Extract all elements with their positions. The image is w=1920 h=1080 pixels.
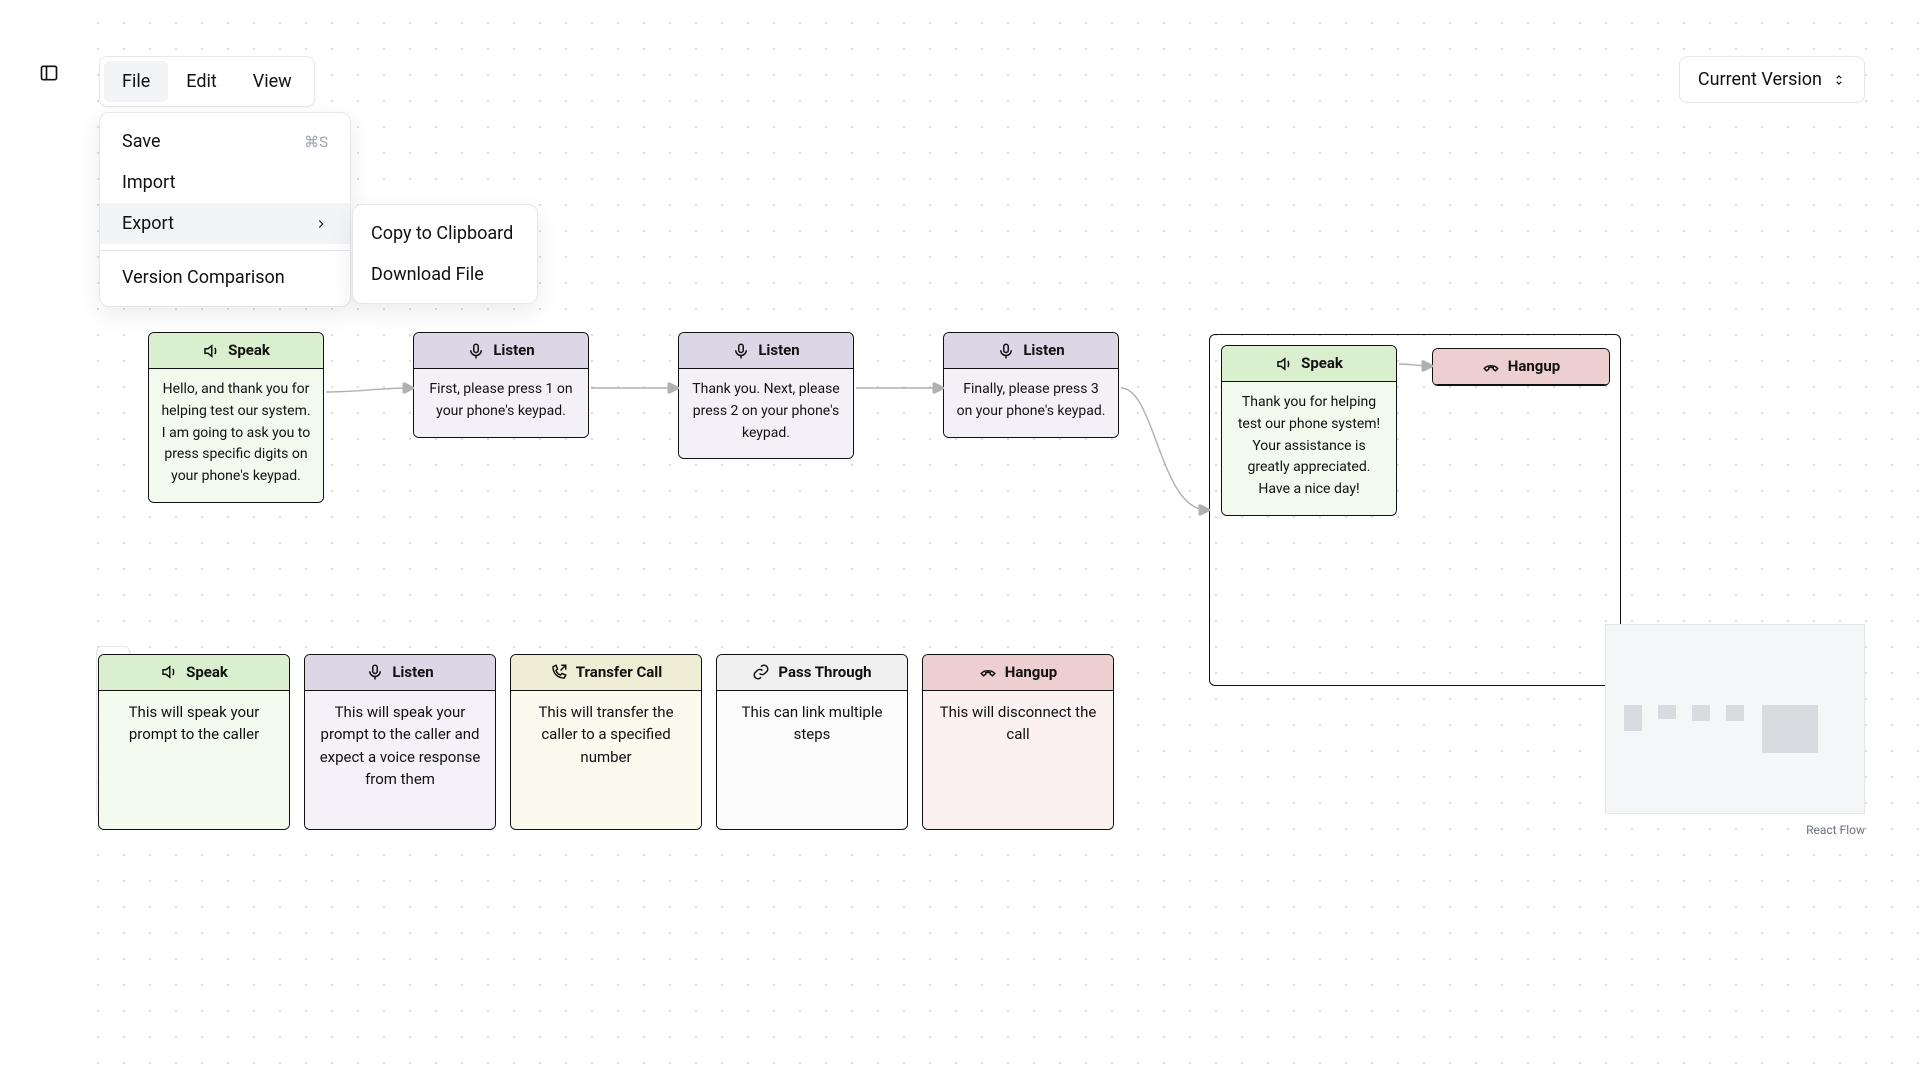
node-listen-2[interactable]: Listen Thank you. Next, please press 2 o… <box>678 332 854 459</box>
file-menu-save-label: Save <box>122 131 161 152</box>
palette-desc: This will speak your prompt to the calle… <box>305 691 495 830</box>
mic-icon <box>997 342 1015 360</box>
palette-title: Speak <box>186 661 228 684</box>
node-listen-1[interactable]: Listen First, please press 1 on your pho… <box>413 332 589 438</box>
node-title: Speak <box>1301 352 1343 375</box>
palette-title: Pass Through <box>778 661 871 684</box>
file-menu-version-comparison-label: Version Comparison <box>122 267 285 288</box>
palette-title: Transfer Call <box>576 661 662 684</box>
palette-desc: This will disconnect the call <box>923 691 1113 830</box>
react-flow-attribution: React Flow <box>1806 823 1865 837</box>
node-hangup[interactable]: Hangup <box>1432 348 1610 386</box>
panel-toggle-icon[interactable] <box>39 63 59 83</box>
version-selector[interactable]: Current Version <box>1679 56 1865 103</box>
link-icon <box>752 663 770 681</box>
chevrons-vertical-icon <box>1832 73 1846 87</box>
node-title: Speak <box>228 339 270 362</box>
node-body: Thank you for helping test our phone sys… <box>1222 382 1396 514</box>
palette-transfer[interactable]: Transfer Call This will transfer the cal… <box>510 654 702 830</box>
node-speak-1[interactable]: Speak Hello, and thank you for helping t… <box>148 332 324 503</box>
palette-title: Listen <box>392 661 433 684</box>
node-body: Thank you. Next, please press 2 on your … <box>679 369 853 458</box>
node-title: Listen <box>1023 339 1064 362</box>
export-download-file[interactable]: Download File <box>353 254 537 295</box>
palette-listen[interactable]: Listen This will speak your prompt to th… <box>304 654 496 830</box>
menu-file[interactable]: File <box>104 61 168 102</box>
file-menu-import-label: Import <box>122 172 175 193</box>
file-menu-import[interactable]: Import <box>100 162 350 203</box>
palette-passthrough[interactable]: Pass Through This can link multiple step… <box>716 654 908 830</box>
file-menu-save[interactable]: Save ⌘S <box>100 121 350 162</box>
transfer-icon <box>550 663 568 681</box>
speaker-icon <box>160 663 178 681</box>
palette-title: Hangup <box>1005 661 1057 684</box>
menu-view[interactable]: View <box>235 61 310 102</box>
mic-icon <box>366 663 384 681</box>
node-speak-2[interactable]: Speak Thank you for helping test our pho… <box>1221 345 1397 516</box>
node-body: First, please press 1 on your phone's ke… <box>414 369 588 436</box>
file-menu-export-label: Export <box>122 213 174 234</box>
export-copy-clipboard[interactable]: Copy to Clipboard <box>353 213 537 254</box>
speaker-icon <box>202 342 220 360</box>
palette-desc: This can link multiple steps <box>717 691 907 830</box>
menu-separator <box>100 250 350 251</box>
canvas-background[interactable] <box>75 0 1920 1080</box>
node-body: Hello, and thank you for helping test ou… <box>149 369 323 501</box>
palette-hangup[interactable]: Hangup This will disconnect the call <box>922 654 1114 830</box>
palette-desc: This will transfer the caller to a speci… <box>511 691 701 830</box>
palette-speak[interactable]: Speak This will speak your prompt to the… <box>98 654 290 830</box>
node-body: Finally, please press 3 on your phone's … <box>944 369 1118 436</box>
export-submenu: Copy to Clipboard Download File <box>352 204 538 304</box>
node-title: Listen <box>493 339 534 362</box>
node-listen-3[interactable]: Listen Finally, please press 3 on your p… <box>943 332 1119 438</box>
mic-icon <box>732 342 750 360</box>
minimap[interactable] <box>1605 624 1865 814</box>
speaker-icon <box>1275 355 1293 373</box>
file-menu-save-shortcut: ⌘S <box>304 133 328 151</box>
mic-icon <box>467 342 485 360</box>
palette-desc: This will speak your prompt to the calle… <box>99 691 289 830</box>
node-title: Listen <box>758 339 799 362</box>
file-menu: Save ⌘S Import Export Version Comparison <box>99 112 351 307</box>
hangup-icon <box>1482 358 1500 376</box>
menubar: File Edit View <box>99 56 315 107</box>
chevron-right-icon <box>314 217 328 231</box>
version-selector-label: Current Version <box>1698 69 1822 90</box>
file-menu-export[interactable]: Export <box>100 203 350 244</box>
node-palette: Speak This will speak your prompt to the… <box>98 654 1114 830</box>
menu-edit[interactable]: Edit <box>168 61 234 102</box>
file-menu-version-comparison[interactable]: Version Comparison <box>100 257 350 298</box>
node-title: Hangup <box>1508 355 1560 378</box>
hangup-icon <box>979 663 997 681</box>
